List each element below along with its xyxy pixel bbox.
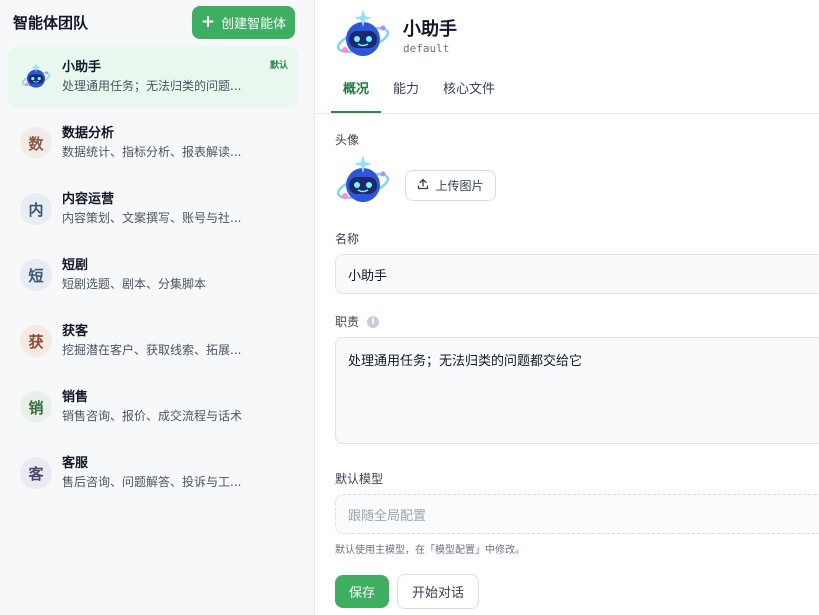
agent-item-acquisition[interactable]: 获 获客 挖掘潜在客户、获取线索、拓展...	[8, 311, 298, 371]
agent-item-assistant[interactable]: 小助手 处理通用任务；无法归类的问题... 默认	[8, 47, 298, 107]
agent-initial-avatar: 获	[20, 325, 52, 357]
agent-desc: 短剧选题、剧本、分集脚本	[62, 277, 207, 291]
agent-tabs: 概况 能力 核心文件	[331, 71, 507, 113]
sidebar-title: 智能体团队	[13, 13, 89, 32]
agent-header: 小助手 default 概况 能力 核心文件	[315, 0, 819, 114]
agent-header-id: default	[403, 42, 450, 55]
agent-name: 客服	[62, 456, 89, 471]
agent-list: 小助手 处理通用任务；无法归类的问题... 默认 数 数据分析 数据统计、指标分…	[0, 47, 314, 503]
agent-desc: 处理通用任务；无法归类的问题...	[62, 79, 242, 93]
agent-name: 数据分析	[62, 126, 115, 141]
start-chat-button[interactable]: 开始对话	[397, 574, 479, 609]
create-agent-button[interactable]: + 创建智能体	[192, 5, 295, 39]
agent-text: 短剧 短剧选题、剧本、分集脚本	[62, 257, 206, 293]
agent-text: 获客 挖掘潜在客户、获取线索、拓展...	[62, 323, 241, 359]
tab-core-files[interactable]: 核心文件	[431, 71, 507, 113]
agent-initial-avatar: 数	[20, 127, 52, 159]
name-label: 名称	[335, 232, 360, 246]
agent-name: 短剧	[62, 258, 89, 273]
default-badge: 默认	[269, 61, 288, 71]
duty-textarea[interactable]: 处理通用任务；无法归类的问题都交给它	[335, 337, 819, 444]
agent-desc: 售后咨询、问题解答、投诉与工...	[62, 475, 242, 489]
agent-name: 内容运营	[62, 192, 115, 207]
agent-item-content-ops[interactable]: 内 内容运营 内容策划、文案撰写、账号与社...	[8, 179, 298, 239]
agent-desc: 销售咨询、报价、成交流程与话术	[62, 409, 243, 423]
agent-item-short-drama[interactable]: 短 短剧 短剧选题、剧本、分集脚本	[8, 245, 298, 305]
model-label: 默认模型	[335, 472, 384, 486]
agent-text: 销售 销售咨询、报价、成交流程与话术	[62, 389, 242, 425]
upload-label: 上传图片	[435, 179, 484, 193]
agent-header-name: 小助手	[403, 19, 457, 40]
agent-text: 小助手 处理通用任务；无法归类的问题...	[62, 59, 241, 95]
avatar-preview-icon	[333, 152, 393, 212]
agent-text: 内容运营 内容策划、文案撰写、账号与社...	[62, 191, 241, 227]
tab-overview[interactable]: 概况	[331, 71, 382, 113]
agent-sidebar: 智能体团队 + 创建智能体 小助手 处理通用任务；无法归类的问题... 默认 数…	[0, 0, 315, 615]
avatar-label: 头像	[335, 133, 360, 147]
agent-text: 客服 售后咨询、问题解答、投诉与工...	[62, 455, 241, 491]
robot-avatar-icon	[20, 61, 52, 93]
sidebar-header: 智能体团队 + 创建智能体	[0, 0, 314, 40]
agent-detail-panel: 小助手 default 概况 能力 核心文件 头像 上传图片 名称 小助手 职责…	[315, 0, 819, 615]
model-hint: 默认使用主模型，在「模型配置」中修改。	[335, 545, 525, 556]
agent-name: 销售	[62, 390, 89, 405]
app-root: 智能体团队 + 创建智能体 小助手 处理通用任务；无法归类的问题... 默认 数…	[0, 0, 819, 615]
agent-desc: 挖掘潜在客户、获取线索、拓展...	[62, 343, 242, 357]
agent-initial-avatar: 销	[20, 391, 52, 423]
save-button[interactable]: 保存	[335, 575, 389, 608]
agent-name: 小助手	[62, 60, 102, 75]
agent-header-avatar-icon	[333, 6, 393, 66]
upload-image-button[interactable]: 上传图片	[405, 170, 496, 201]
info-icon[interactable]: i	[367, 316, 379, 328]
model-select[interactable]: 跟随全局配置	[335, 494, 819, 534]
agent-initial-avatar: 短	[20, 259, 52, 291]
agent-name: 获客	[62, 324, 89, 339]
agent-desc: 内容策划、文案撰写、账号与社...	[62, 211, 242, 225]
agent-text: 数据分析 数据统计、指标分析、报表解读...	[62, 125, 241, 161]
agent-item-sales[interactable]: 销 销售 销售咨询、报价、成交流程与话术	[8, 377, 298, 437]
agent-initial-avatar: 内	[20, 193, 52, 225]
create-agent-label: 创建智能体	[221, 16, 287, 32]
agent-item-data-analysis[interactable]: 数 数据分析 数据统计、指标分析、报表解读...	[8, 113, 298, 173]
agent-initial-avatar: 客	[20, 457, 52, 489]
upload-icon	[417, 178, 429, 193]
tab-abilities[interactable]: 能力	[381, 71, 431, 113]
agent-desc: 数据统计、指标分析、报表解读...	[62, 145, 242, 159]
plus-icon: +	[200, 11, 216, 32]
name-field[interactable]: 小助手	[335, 254, 819, 294]
agent-item-customer-service[interactable]: 客 客服 售后咨询、问题解答、投诉与工...	[8, 443, 298, 503]
duty-label: 职责	[335, 315, 360, 329]
